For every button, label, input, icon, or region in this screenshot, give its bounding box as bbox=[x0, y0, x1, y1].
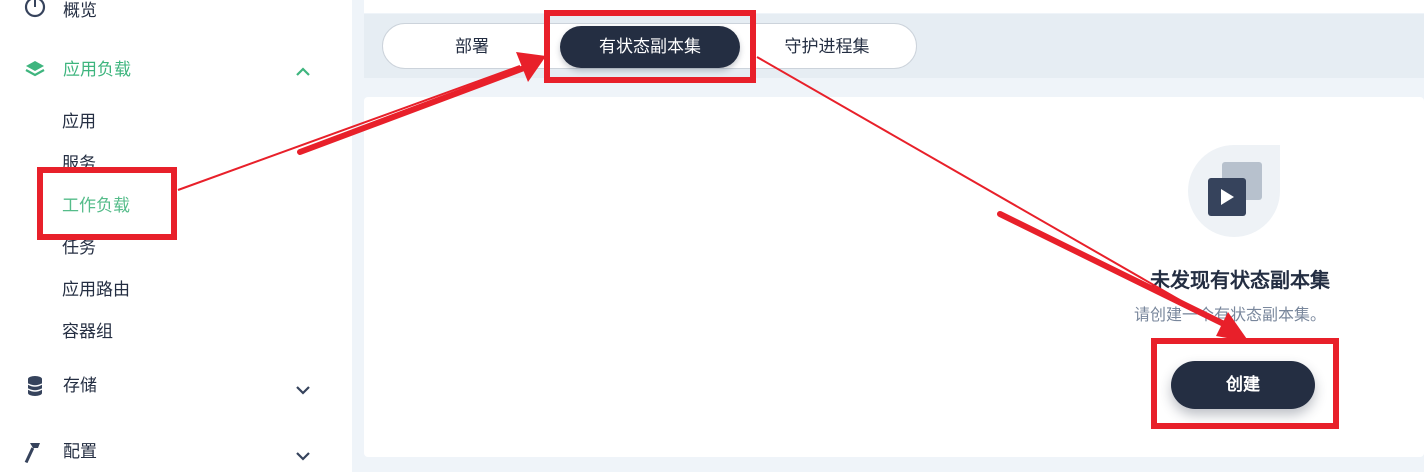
sidebar-group-storage[interactable]: 存储 bbox=[0, 375, 352, 415]
tab-deployments[interactable]: 部署 bbox=[390, 26, 554, 68]
dashboard-icon bbox=[24, 0, 46, 18]
database-icon bbox=[27, 376, 43, 396]
app-root: 概览 应用负载 应用 服务 工作负载 任务 应用路由 容器组 存储 配置 部署 … bbox=[0, 0, 1424, 472]
sidebar-group-config[interactable]: 配置 bbox=[0, 441, 352, 472]
sidebar-group-workloads[interactable]: 应用负载 bbox=[0, 59, 352, 99]
layers-icon bbox=[25, 61, 45, 77]
tab-daemonsets[interactable]: 守护进程集 bbox=[744, 26, 910, 68]
sidebar-item-label: 概览 bbox=[63, 1, 97, 21]
hammer-icon bbox=[24, 443, 40, 463]
annotation-box-statefulsets-tab bbox=[544, 10, 756, 83]
sidebar-group-label: 存储 bbox=[63, 376, 97, 396]
annotation-box-workloads bbox=[37, 167, 177, 240]
empty-state-description: 请创建一个有状态副本集。 bbox=[1133, 305, 1326, 324]
sidebar-item-overview[interactable]: 概览 bbox=[0, 0, 352, 40]
chevron-up-icon bbox=[296, 67, 310, 76]
top-panel-edge bbox=[364, 0, 1424, 13]
chevron-down-icon bbox=[296, 452, 310, 461]
empty-state-title: 未发现有状态副本集 bbox=[1150, 268, 1330, 292]
sidebar-item-routes[interactable]: 应用路由 bbox=[62, 279, 130, 301]
chevron-down-icon bbox=[296, 386, 310, 395]
sidebar-item-pods[interactable]: 容器组 bbox=[62, 321, 113, 343]
sidebar-item-apps[interactable]: 应用 bbox=[62, 111, 96, 133]
play-window-icon bbox=[1188, 145, 1280, 237]
sidebar-group-label: 应用负载 bbox=[63, 60, 131, 80]
sidebar-group-label: 配置 bbox=[63, 442, 97, 462]
sidebar-item-jobs[interactable]: 任务 bbox=[62, 237, 96, 259]
annotation-box-create-button bbox=[1151, 338, 1339, 429]
